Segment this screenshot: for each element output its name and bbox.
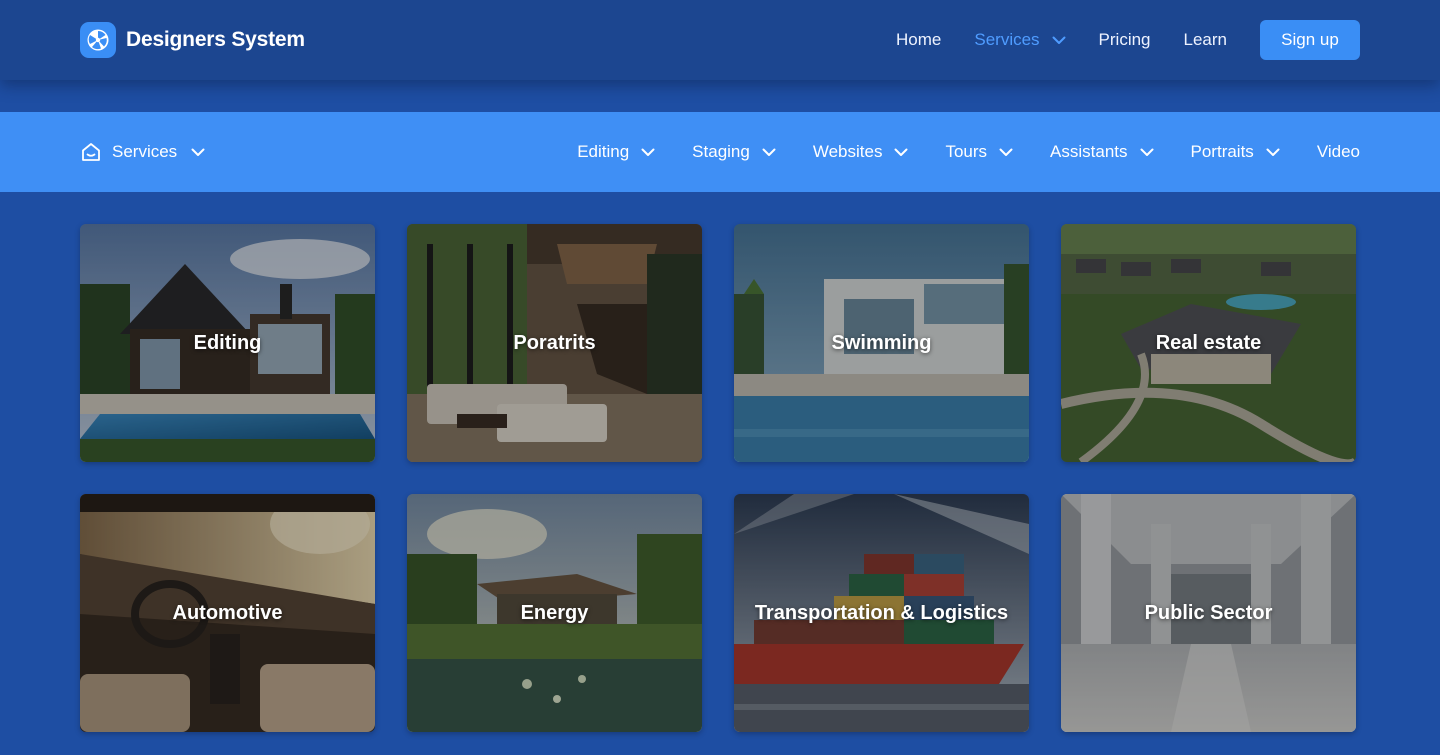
chevron-down-icon [191, 148, 205, 157]
card-title: Editing [193, 331, 262, 354]
card-title: Real estate [1155, 331, 1262, 354]
brand[interactable]: Designers System [80, 22, 305, 58]
chevron-down-icon [894, 148, 908, 157]
card-title: Energy [520, 601, 589, 624]
nav-services-label: Services [974, 30, 1040, 49]
sign-up-button[interactable]: Sign up [1260, 20, 1360, 60]
subnav-portraits[interactable]: Portraits [1191, 142, 1280, 162]
main-nav: Home Services Pricing Learn Sign up [896, 20, 1360, 60]
service-card-energy[interactable]: Energy [407, 494, 702, 732]
subnav-video[interactable]: Video [1317, 142, 1360, 162]
home-icon [80, 141, 102, 163]
subnav-editing[interactable]: Editing [577, 142, 655, 162]
subnav-staging[interactable]: Staging [692, 142, 776, 162]
nav-pricing[interactable]: Pricing [1099, 30, 1151, 50]
card-title: Poratrits [513, 331, 596, 354]
card-title: Swimming [831, 331, 932, 354]
service-card-transportation-logistics[interactable]: Transportation & Logistics [734, 494, 1029, 732]
nav-services[interactable]: Services [974, 30, 1066, 50]
chevron-down-icon [999, 148, 1013, 157]
service-card-automotive[interactable]: Automotive [80, 494, 375, 732]
subnav-tours[interactable]: Tours [945, 142, 1013, 162]
chevron-down-icon [762, 148, 776, 157]
services-bar: Services Editing Staging Websites Tours … [0, 112, 1440, 192]
chevron-down-icon [1052, 36, 1066, 45]
subnav-assistants-label: Assistants [1050, 142, 1128, 161]
card-title: Transportation & Logistics [754, 601, 1009, 624]
service-card-public-sector[interactable]: Public Sector [1061, 494, 1356, 732]
aperture-logo-icon [80, 22, 116, 58]
subnav-websites[interactable]: Websites [813, 142, 909, 162]
subnav-video-label: Video [1316, 142, 1360, 161]
services-dropdown[interactable]: Services [80, 112, 205, 192]
card-title: Automotive [172, 601, 283, 624]
card-title: Public Sector [1144, 601, 1273, 624]
chevron-down-icon [641, 148, 655, 157]
nav-home[interactable]: Home [896, 30, 941, 50]
top-header: Designers System Home Services Pricing L… [0, 0, 1440, 80]
services-grid: Editing Poratrits Swimming Real estate A… [80, 224, 1356, 732]
service-card-real-estate[interactable]: Real estate [1061, 224, 1356, 462]
chevron-down-icon [1140, 148, 1154, 157]
brand-name: Designers System [126, 28, 305, 51]
subnav-editing-label: Editing [577, 142, 630, 161]
subnav-websites-label: Websites [812, 142, 883, 161]
service-card-editing[interactable]: Editing [80, 224, 375, 462]
nav-learn[interactable]: Learn [1184, 30, 1227, 50]
subnav-portraits-label: Portraits [1190, 142, 1254, 161]
subnav-assistants[interactable]: Assistants [1050, 142, 1154, 162]
service-categories: Editing Staging Websites Tours Assistant… [577, 112, 1360, 192]
service-card-poratrits[interactable]: Poratrits [407, 224, 702, 462]
service-card-swimming[interactable]: Swimming [734, 224, 1029, 462]
services-dropdown-label: Services [112, 142, 178, 161]
subnav-staging-label: Staging [692, 142, 750, 161]
chevron-down-icon [1266, 148, 1280, 157]
subnav-tours-label: Tours [945, 142, 988, 161]
